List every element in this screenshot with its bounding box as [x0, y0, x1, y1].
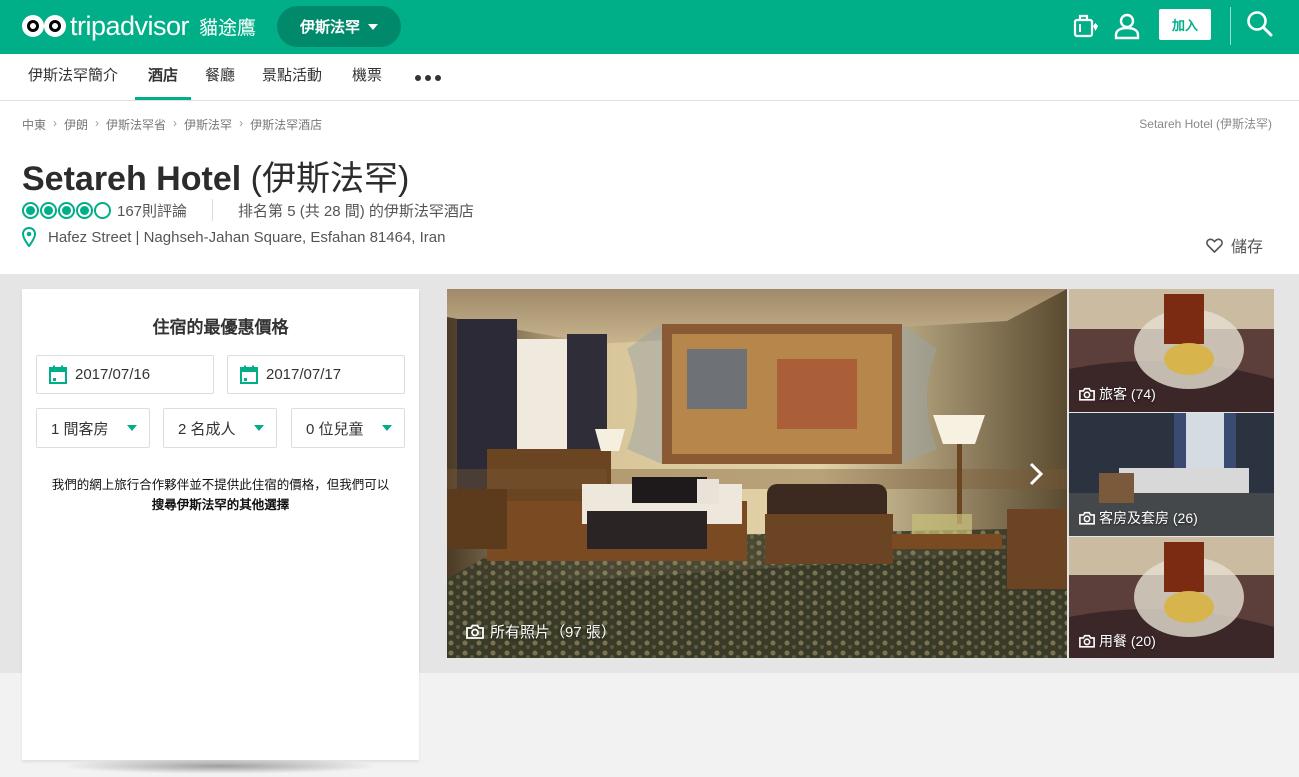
nav-item-destination[interactable]: 伊斯法罕簡介	[28, 54, 118, 100]
photo-category-travelers[interactable]: 旅客 (74)	[1069, 289, 1274, 412]
owl-logo-icon	[22, 12, 68, 40]
geo-selector-button[interactable]: 伊斯法罕	[277, 6, 401, 47]
caret-down-icon	[254, 425, 264, 431]
breadcrumb: 中東 › 伊朗 › 伊斯法罕省 › 伊斯法罕 › 伊斯法罕酒店	[22, 116, 323, 133]
logo-text: tripadvisor	[70, 10, 190, 41]
hotel-city: (伊斯法罕)	[250, 160, 410, 198]
caret-down-icon	[368, 23, 378, 30]
geo-label: 伊斯法罕	[299, 19, 360, 36]
card-shadow	[60, 758, 380, 774]
rooms-photos-label: 客房及套房 (26)	[1079, 508, 1198, 528]
breadcrumb-item[interactable]: 伊朗	[64, 116, 88, 133]
trips-icon[interactable]	[1071, 11, 1101, 41]
search-icon[interactable]	[1245, 9, 1275, 39]
calendar-icon	[49, 365, 67, 384]
top-bar: tripadvisor 貓途鷹 伊斯法罕 加入	[0, 0, 1299, 54]
rating-bubbles[interactable]	[22, 201, 111, 219]
photo-category-rooms[interactable]: 客房及套房 (26)	[1069, 413, 1274, 536]
rooms-select[interactable]: 1 間客房	[36, 408, 150, 448]
breadcrumb-item[interactable]: 伊斯法罕	[184, 116, 232, 133]
other-options-link[interactable]: 搜尋伊斯法罕的其他選擇	[22, 495, 419, 515]
rating-bubble-empty-icon	[94, 201, 111, 219]
rooms-value: 1 間客房	[51, 420, 109, 438]
dining-photos-label: 用餐 (20)	[1079, 631, 1156, 651]
adults-value: 2 名成人	[178, 420, 236, 438]
page-title: Setareh Hotel (伊斯法罕)	[22, 151, 409, 200]
hotel-name: Setareh Hotel	[22, 160, 242, 198]
checkout-date-field[interactable]: 2017/07/17	[227, 355, 405, 394]
nav-item-hotels[interactable]: 酒店	[135, 54, 192, 100]
breadcrumb-item[interactable]: 中東	[22, 116, 46, 133]
booking-title: 住宿的最優惠價格	[152, 318, 289, 337]
caret-down-icon	[382, 425, 392, 431]
hotel-header: 中東 › 伊朗 › 伊斯法罕省 › 伊斯法罕 › 伊斯法罕酒店 Setareh Hote…	[0, 101, 1299, 274]
save-label: 儲存	[1231, 239, 1264, 256]
nav-item-restaurants[interactable]: 餐廳	[205, 54, 235, 100]
checkin-date: 2017/07/16	[75, 366, 151, 383]
main-nav: 伊斯法罕簡介 酒店 餐廳 景點活動 機票	[0, 54, 1299, 101]
camera-icon	[1079, 511, 1095, 525]
save-button[interactable]: 儲存	[1206, 233, 1263, 257]
hotel-rank[interactable]: 排名第 5 (共 28 間) 的伊斯法罕酒店	[238, 200, 474, 221]
user-icon[interactable]	[1112, 11, 1142, 41]
camera-icon	[466, 624, 484, 639]
rooms-photos-text: 客房及套房 (26)	[1099, 510, 1198, 526]
all-photos-text: 所有照片（97 張）	[490, 624, 616, 641]
join-button[interactable]: 加入	[1159, 9, 1211, 40]
breadcrumb-current: Setareh Hotel (伊斯法罕)	[1139, 117, 1272, 131]
chevron-right-icon[interactable]	[1022, 454, 1050, 494]
all-photos-label[interactable]: 所有照片（97 張）	[466, 621, 616, 642]
hotel-room-photo	[447, 289, 1067, 658]
checkout-date: 2017/07/17	[266, 366, 342, 383]
map-pin-icon	[22, 227, 36, 247]
calendar-icon	[240, 365, 258, 384]
review-count[interactable]: 167則評論	[117, 200, 187, 221]
camera-icon	[1079, 634, 1095, 648]
rating-bubble-icon	[22, 201, 39, 219]
rating-row: 167則評論 排名第 5 (共 28 間) 的伊斯法罕酒店	[22, 199, 474, 221]
topbar-divider	[1230, 7, 1231, 45]
hotel-address[interactable]: Hafez Street | Naghseh-Jahan Square, Esf…	[48, 229, 446, 246]
travelers-photos-text: 旅客 (74)	[1099, 386, 1156, 402]
children-select[interactable]: 0 位兒童	[291, 408, 405, 448]
rating-bubble-icon	[58, 201, 75, 219]
travelers-photos-label: 旅客 (74)	[1079, 384, 1156, 404]
breadcrumb-item[interactable]: 伊斯法罕省	[106, 116, 166, 133]
rating-bubble-icon	[76, 201, 93, 219]
no-price-text: 我們的網上旅行合作夥伴並不提供此住宿的價格，但我們可以	[51, 478, 390, 492]
rating-bubble-icon	[40, 201, 57, 219]
dining-photos-text: 用餐 (20)	[1099, 633, 1156, 649]
nav-item-flights[interactable]: 機票	[352, 54, 382, 100]
no-price-note: 我們的網上旅行合作夥伴並不提供此住宿的價格，但我們可以 搜尋伊斯法罕的其他選擇	[22, 475, 419, 515]
address-row: Hafez Street | Naghseh-Jahan Square, Esf…	[22, 227, 446, 247]
photo-category-dining[interactable]: 用餐 (20)	[1069, 537, 1274, 658]
caret-down-icon	[127, 425, 137, 431]
adults-select[interactable]: 2 名成人	[163, 408, 277, 448]
children-value: 0 位兒童	[306, 420, 364, 438]
tripadvisor-logo[interactable]: tripadvisor 貓途鷹	[22, 9, 256, 43]
camera-icon	[1079, 387, 1095, 401]
divider	[212, 199, 214, 221]
more-menu-icon[interactable]	[415, 75, 441, 81]
checkin-date-field[interactable]: 2017/07/16	[36, 355, 214, 394]
logo-subtitle: 貓途鷹	[199, 17, 257, 39]
heart-icon	[1206, 238, 1223, 253]
main-photo[interactable]: 所有照片（97 張）	[447, 289, 1067, 658]
nav-item-attractions[interactable]: 景點活動	[262, 54, 322, 100]
breadcrumb-item[interactable]: 伊斯法罕酒店	[250, 116, 322, 133]
booking-card: 住宿的最優惠價格 2017/07/16 2017/07/17 1 間客房 2 名…	[22, 289, 419, 760]
